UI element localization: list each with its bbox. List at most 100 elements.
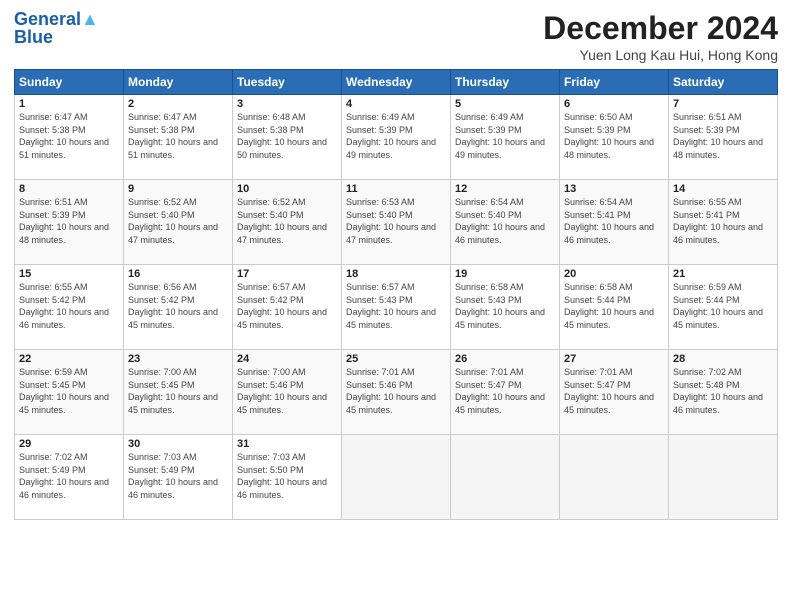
day-info: Sunrise: 7:03 AM Sunset: 5:50 PM Dayligh…: [237, 451, 337, 501]
table-row: 24 Sunrise: 7:00 AM Sunset: 5:46 PM Dayl…: [233, 350, 342, 435]
day-info: Sunrise: 6:57 AM Sunset: 5:42 PM Dayligh…: [237, 281, 337, 331]
day-number: 12: [455, 183, 555, 195]
page: General▲ Blue December 2024 Yuen Long Ka…: [0, 0, 792, 612]
day-number: 13: [564, 183, 664, 195]
day-number: 28: [673, 353, 773, 365]
day-number: 8: [19, 183, 119, 195]
day-info: Sunrise: 7:01 AM Sunset: 5:47 PM Dayligh…: [564, 366, 664, 416]
table-row: 11 Sunrise: 6:53 AM Sunset: 5:40 PM Dayl…: [342, 180, 451, 265]
table-row: 21 Sunrise: 6:59 AM Sunset: 5:44 PM Dayl…: [669, 265, 778, 350]
day-info: Sunrise: 6:57 AM Sunset: 5:43 PM Dayligh…: [346, 281, 446, 331]
day-info: Sunrise: 6:59 AM Sunset: 5:44 PM Dayligh…: [673, 281, 773, 331]
day-info: Sunrise: 7:03 AM Sunset: 5:49 PM Dayligh…: [128, 451, 228, 501]
day-number: 22: [19, 353, 119, 365]
table-row: 29 Sunrise: 7:02 AM Sunset: 5:49 PM Dayl…: [15, 435, 124, 520]
day-info: Sunrise: 6:49 AM Sunset: 5:39 PM Dayligh…: [455, 111, 555, 161]
table-row: 12 Sunrise: 6:54 AM Sunset: 5:40 PM Dayl…: [451, 180, 560, 265]
day-number: 24: [237, 353, 337, 365]
day-number: 29: [19, 438, 119, 450]
day-number: 25: [346, 353, 446, 365]
table-row: 16 Sunrise: 6:56 AM Sunset: 5:42 PM Dayl…: [124, 265, 233, 350]
day-info: Sunrise: 6:47 AM Sunset: 5:38 PM Dayligh…: [19, 111, 119, 161]
month-title: December 2024: [543, 10, 778, 47]
day-number: 31: [237, 438, 337, 450]
table-row: 28 Sunrise: 7:02 AM Sunset: 5:48 PM Dayl…: [669, 350, 778, 435]
day-number: 7: [673, 98, 773, 110]
col-tuesday: Tuesday: [233, 70, 342, 95]
table-row: 23 Sunrise: 7:00 AM Sunset: 5:45 PM Dayl…: [124, 350, 233, 435]
day-number: 21: [673, 268, 773, 280]
logo-blue: Blue: [14, 28, 53, 46]
day-info: Sunrise: 6:50 AM Sunset: 5:39 PM Dayligh…: [564, 111, 664, 161]
table-row: 31 Sunrise: 7:03 AM Sunset: 5:50 PM Dayl…: [233, 435, 342, 520]
header: General▲ Blue December 2024 Yuen Long Ka…: [14, 10, 778, 63]
calendar-week-row: 22 Sunrise: 6:59 AM Sunset: 5:45 PM Dayl…: [15, 350, 778, 435]
day-number: 9: [128, 183, 228, 195]
day-number: 27: [564, 353, 664, 365]
day-info: Sunrise: 6:58 AM Sunset: 5:43 PM Dayligh…: [455, 281, 555, 331]
table-row: 17 Sunrise: 6:57 AM Sunset: 5:42 PM Dayl…: [233, 265, 342, 350]
table-row: 20 Sunrise: 6:58 AM Sunset: 5:44 PM Dayl…: [560, 265, 669, 350]
day-number: 20: [564, 268, 664, 280]
day-number: 2: [128, 98, 228, 110]
day-info: Sunrise: 6:47 AM Sunset: 5:38 PM Dayligh…: [128, 111, 228, 161]
day-number: 23: [128, 353, 228, 365]
calendar-week-row: 8 Sunrise: 6:51 AM Sunset: 5:39 PM Dayli…: [15, 180, 778, 265]
day-number: 10: [237, 183, 337, 195]
title-block: December 2024 Yuen Long Kau Hui, Hong Ko…: [543, 10, 778, 63]
table-row: 5 Sunrise: 6:49 AM Sunset: 5:39 PM Dayli…: [451, 95, 560, 180]
day-info: Sunrise: 6:52 AM Sunset: 5:40 PM Dayligh…: [128, 196, 228, 246]
calendar-week-row: 29 Sunrise: 7:02 AM Sunset: 5:49 PM Dayl…: [15, 435, 778, 520]
day-info: Sunrise: 6:56 AM Sunset: 5:42 PM Dayligh…: [128, 281, 228, 331]
day-number: 19: [455, 268, 555, 280]
day-info: Sunrise: 6:55 AM Sunset: 5:42 PM Dayligh…: [19, 281, 119, 331]
col-sunday: Sunday: [15, 70, 124, 95]
table-row: 14 Sunrise: 6:55 AM Sunset: 5:41 PM Dayl…: [669, 180, 778, 265]
table-row: 4 Sunrise: 6:49 AM Sunset: 5:39 PM Dayli…: [342, 95, 451, 180]
day-info: Sunrise: 6:58 AM Sunset: 5:44 PM Dayligh…: [564, 281, 664, 331]
day-number: 17: [237, 268, 337, 280]
table-row: 3 Sunrise: 6:48 AM Sunset: 5:38 PM Dayli…: [233, 95, 342, 180]
calendar-header-row: Sunday Monday Tuesday Wednesday Thursday…: [15, 70, 778, 95]
table-row: 8 Sunrise: 6:51 AM Sunset: 5:39 PM Dayli…: [15, 180, 124, 265]
table-row: 10 Sunrise: 6:52 AM Sunset: 5:40 PM Dayl…: [233, 180, 342, 265]
day-info: Sunrise: 6:54 AM Sunset: 5:41 PM Dayligh…: [564, 196, 664, 246]
day-info: Sunrise: 6:51 AM Sunset: 5:39 PM Dayligh…: [673, 111, 773, 161]
table-row: 22 Sunrise: 6:59 AM Sunset: 5:45 PM Dayl…: [15, 350, 124, 435]
table-row: 6 Sunrise: 6:50 AM Sunset: 5:39 PM Dayli…: [560, 95, 669, 180]
calendar-week-row: 1 Sunrise: 6:47 AM Sunset: 5:38 PM Dayli…: [15, 95, 778, 180]
table-row: 26 Sunrise: 7:01 AM Sunset: 5:47 PM Dayl…: [451, 350, 560, 435]
day-number: 15: [19, 268, 119, 280]
day-info: Sunrise: 6:53 AM Sunset: 5:40 PM Dayligh…: [346, 196, 446, 246]
day-info: Sunrise: 6:54 AM Sunset: 5:40 PM Dayligh…: [455, 196, 555, 246]
col-saturday: Saturday: [669, 70, 778, 95]
table-row: [560, 435, 669, 520]
table-row: 7 Sunrise: 6:51 AM Sunset: 5:39 PM Dayli…: [669, 95, 778, 180]
col-monday: Monday: [124, 70, 233, 95]
day-info: Sunrise: 7:00 AM Sunset: 5:46 PM Dayligh…: [237, 366, 337, 416]
col-thursday: Thursday: [451, 70, 560, 95]
table-row: 27 Sunrise: 7:01 AM Sunset: 5:47 PM Dayl…: [560, 350, 669, 435]
table-row: 30 Sunrise: 7:03 AM Sunset: 5:49 PM Dayl…: [124, 435, 233, 520]
table-row: 13 Sunrise: 6:54 AM Sunset: 5:41 PM Dayl…: [560, 180, 669, 265]
calendar-week-row: 15 Sunrise: 6:55 AM Sunset: 5:42 PM Dayl…: [15, 265, 778, 350]
day-info: Sunrise: 6:55 AM Sunset: 5:41 PM Dayligh…: [673, 196, 773, 246]
day-info: Sunrise: 7:01 AM Sunset: 5:46 PM Dayligh…: [346, 366, 446, 416]
day-number: 11: [346, 183, 446, 195]
day-number: 1: [19, 98, 119, 110]
day-info: Sunrise: 6:48 AM Sunset: 5:38 PM Dayligh…: [237, 111, 337, 161]
day-info: Sunrise: 7:02 AM Sunset: 5:48 PM Dayligh…: [673, 366, 773, 416]
day-info: Sunrise: 7:02 AM Sunset: 5:49 PM Dayligh…: [19, 451, 119, 501]
day-info: Sunrise: 7:00 AM Sunset: 5:45 PM Dayligh…: [128, 366, 228, 416]
day-number: 18: [346, 268, 446, 280]
table-row: 15 Sunrise: 6:55 AM Sunset: 5:42 PM Dayl…: [15, 265, 124, 350]
day-info: Sunrise: 6:51 AM Sunset: 5:39 PM Dayligh…: [19, 196, 119, 246]
col-friday: Friday: [560, 70, 669, 95]
day-info: Sunrise: 7:01 AM Sunset: 5:47 PM Dayligh…: [455, 366, 555, 416]
day-info: Sunrise: 6:59 AM Sunset: 5:45 PM Dayligh…: [19, 366, 119, 416]
calendar-table: Sunday Monday Tuesday Wednesday Thursday…: [14, 69, 778, 520]
day-number: 6: [564, 98, 664, 110]
table-row: [342, 435, 451, 520]
day-number: 3: [237, 98, 337, 110]
day-number: 16: [128, 268, 228, 280]
